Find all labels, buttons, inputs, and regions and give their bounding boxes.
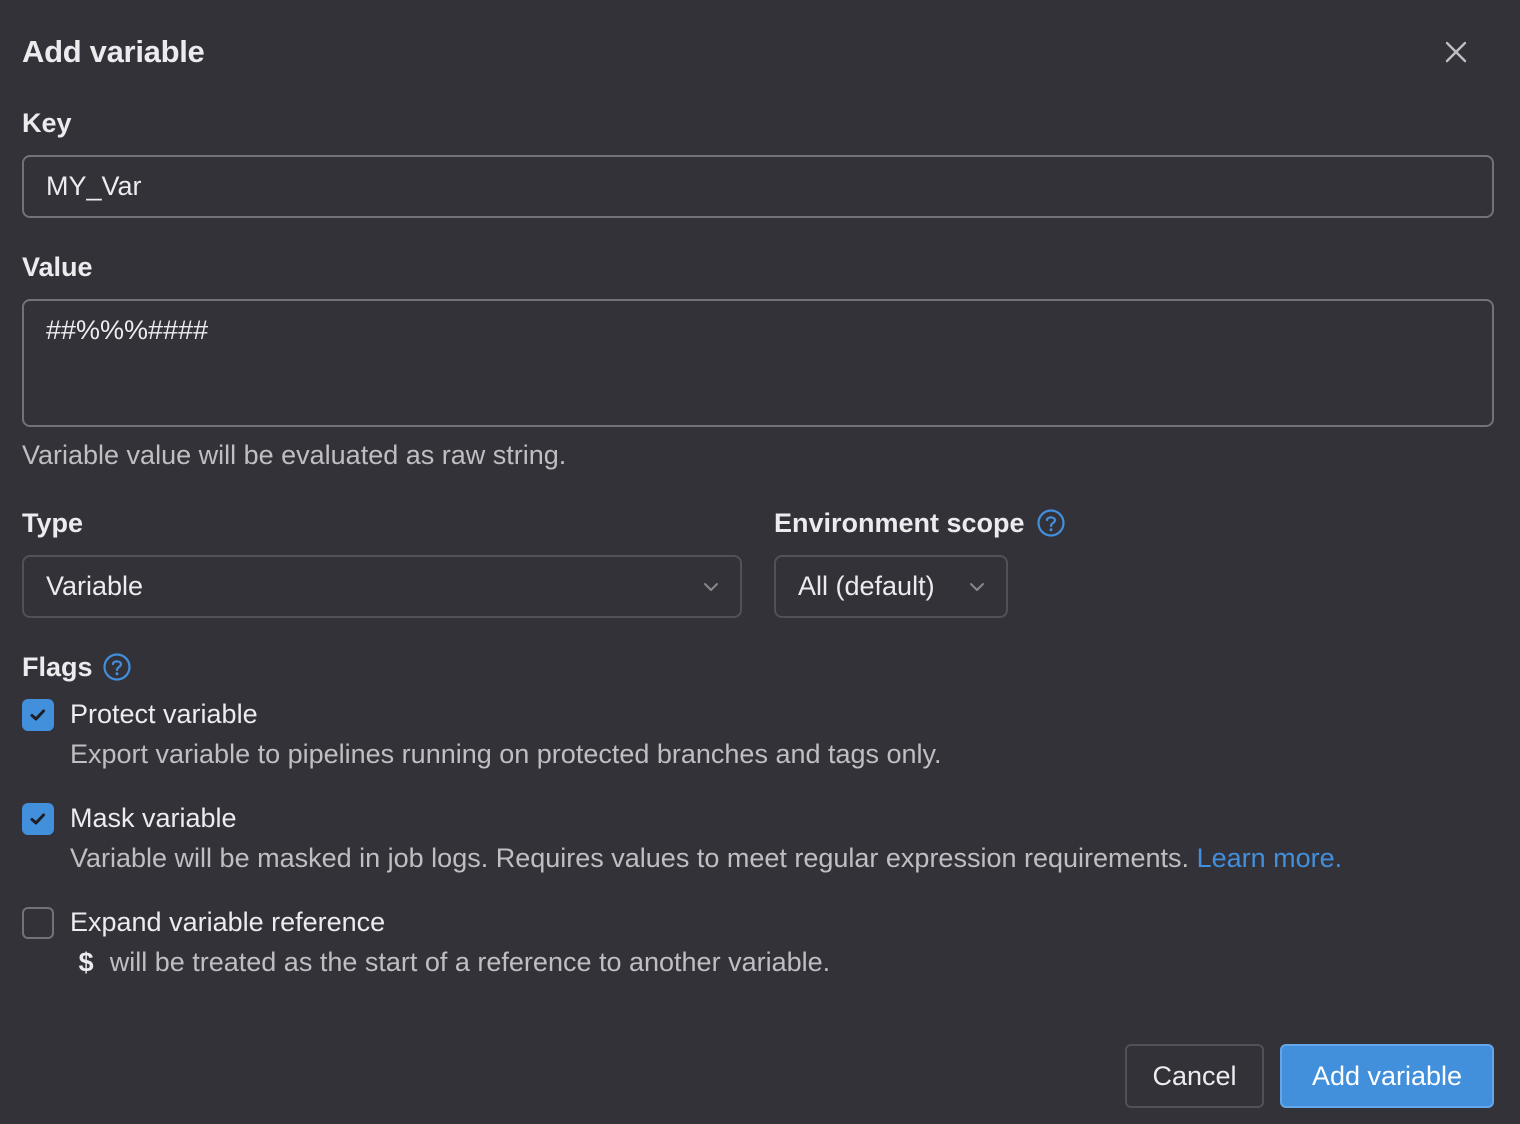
add-variable-button[interactable]: Add variable (1280, 1044, 1494, 1108)
expand-variable-reference-checkbox[interactable] (22, 907, 54, 939)
question-circle-icon[interactable] (1036, 508, 1066, 538)
flags-label-text: Flags (22, 652, 93, 682)
environment-scope-label: Environment scope (774, 506, 1066, 540)
modal-title: Add variable (22, 34, 205, 69)
mask-variable-description: Variable will be masked in job logs. Req… (70, 843, 1190, 873)
expand-variable-reference-description: will be treated as the start of a refere… (109, 947, 831, 977)
expand-variable-reference-description-row: $ will be treated as the start of a refe… (70, 943, 830, 984)
protect-variable-label: Protect variable (70, 699, 258, 729)
type-select[interactable]: Variable (22, 555, 742, 618)
learn-more-link[interactable]: Learn more. (1197, 843, 1343, 873)
close-button[interactable] (1440, 36, 1472, 68)
add-variable-modal: Add variable Key MY_Var Value ##%%%#### … (0, 0, 1520, 1124)
chevron-down-icon (970, 583, 984, 591)
check-icon (30, 709, 45, 721)
expand-variable-reference-label: Expand variable reference (70, 907, 386, 937)
dollar-code: $ (78, 950, 95, 980)
environment-scope-selected-value: All (default) (798, 571, 935, 601)
type-selected-value: Variable (46, 571, 144, 601)
close-icon (1445, 41, 1467, 63)
chevron-down-icon (704, 583, 718, 591)
mask-variable-checkbox[interactable] (22, 803, 54, 835)
modal-header: Add variable (22, 30, 1494, 74)
environment-scope-select[interactable]: All (default) (774, 555, 1008, 618)
mask-variable-description-row: Variable will be masked in job logs. Req… (70, 839, 1342, 877)
protect-variable-description: Export variable to pipelines running on … (70, 739, 942, 769)
value-label: Value (22, 252, 93, 282)
flags-label: Flags (22, 650, 132, 684)
key-label: Key (22, 108, 72, 138)
check-icon (30, 813, 45, 825)
protect-variable-checkbox[interactable] (22, 699, 54, 731)
environment-scope-label-text: Environment scope (774, 508, 1025, 538)
cancel-button[interactable]: Cancel (1125, 1044, 1264, 1108)
key-input[interactable]: MY_Var (22, 155, 1494, 218)
question-circle-icon[interactable] (102, 652, 132, 682)
type-label: Type (22, 508, 84, 538)
value-help-text: Variable value will be evaluated as raw … (22, 440, 567, 470)
value-textarea[interactable]: ##%%%#### (22, 299, 1494, 427)
mask-variable-label: Mask variable (70, 803, 237, 833)
